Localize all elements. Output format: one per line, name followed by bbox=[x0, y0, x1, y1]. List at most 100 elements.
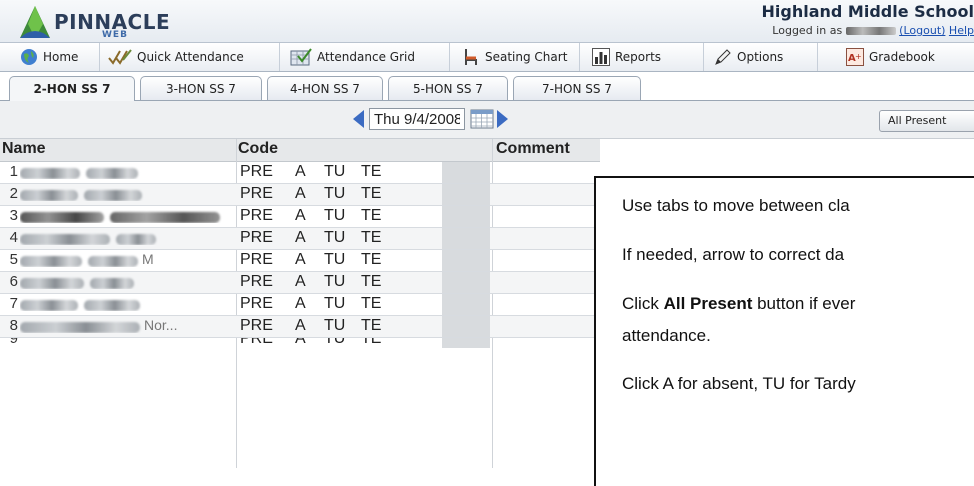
code-absent[interactable]: A bbox=[295, 251, 306, 269]
nav-reports[interactable]: Reports bbox=[580, 43, 704, 71]
nav-attendance-grid-label: Attendance Grid bbox=[317, 50, 415, 64]
nav-seating-chart[interactable]: Seating Chart bbox=[450, 43, 580, 71]
tab-4-hon-ss-7[interactable]: 4-HON SS 7 bbox=[267, 76, 383, 100]
code-pre[interactable]: PRE bbox=[240, 251, 273, 269]
student-name-redacted bbox=[20, 210, 225, 223]
bar-chart-icon bbox=[592, 48, 610, 66]
table-row: 4 PRE A TU TE bbox=[0, 228, 600, 250]
code-pre[interactable]: PRE bbox=[240, 295, 273, 313]
code-tardy-excused[interactable]: TE bbox=[361, 251, 381, 269]
code-tardy-excused[interactable]: TE bbox=[361, 229, 381, 247]
table-row: 6 PRE A TU TE bbox=[0, 272, 600, 294]
code-pre[interactable]: PRE bbox=[240, 273, 273, 291]
student-name-redacted: Nor... bbox=[20, 320, 225, 333]
row-number: 8 bbox=[4, 317, 18, 334]
code-tardy-excused[interactable]: TE bbox=[361, 273, 381, 291]
code-pre[interactable]: PRE bbox=[240, 207, 273, 225]
globe-icon bbox=[20, 48, 38, 66]
code-tardy-unexcused[interactable]: TU bbox=[324, 317, 345, 335]
row-number: 6 bbox=[4, 273, 18, 290]
grid-header: Name Code Comment bbox=[0, 139, 600, 162]
svg-text:+: + bbox=[855, 52, 862, 61]
date-toolbar: All Present bbox=[0, 101, 974, 139]
nav-gradebook[interactable]: A+ Gradebook bbox=[818, 43, 974, 71]
help-link[interactable]: Help bbox=[949, 24, 974, 37]
code-tardy-excused[interactable]: TE bbox=[361, 317, 381, 335]
code-pre[interactable]: PRE bbox=[240, 338, 273, 348]
logged-in-label: Logged in as bbox=[772, 24, 842, 37]
nav-options-label: Options bbox=[737, 50, 783, 64]
name-suffix: M bbox=[142, 254, 154, 267]
student-name-redacted bbox=[20, 232, 225, 245]
tab-5-hon-ss-7[interactable]: 5-HON SS 7 bbox=[388, 76, 508, 100]
code-absent[interactable]: A bbox=[295, 163, 306, 181]
table-row: 7 PRE A TU TE bbox=[0, 294, 600, 316]
code-absent[interactable]: A bbox=[295, 229, 306, 247]
code-spacer-cell bbox=[442, 316, 490, 337]
student-name-redacted bbox=[20, 298, 225, 311]
nav-reports-label: Reports bbox=[615, 50, 661, 64]
nav-gradebook-label: Gradebook bbox=[869, 50, 935, 64]
instruction-date: If needed, arrow to correct da bbox=[622, 245, 844, 265]
table-row: 3 PRE A TU TE bbox=[0, 206, 600, 228]
table-row: 9 PRE A TU TE bbox=[0, 338, 600, 348]
code-tardy-unexcused[interactable]: TU bbox=[324, 338, 345, 348]
nav-attendance-grid[interactable]: Attendance Grid bbox=[280, 43, 450, 71]
all-present-button[interactable]: All Present bbox=[879, 110, 974, 132]
row-number: 5 bbox=[4, 251, 18, 268]
code-spacer-cell bbox=[442, 250, 490, 271]
table-row: 2 PRE A TU TE bbox=[0, 184, 600, 206]
tab-2-hon-ss-7[interactable]: 2-HON SS 7 bbox=[9, 76, 135, 101]
tab-3-hon-ss-7[interactable]: 3-HON SS 7 bbox=[140, 76, 262, 100]
code-tardy-excused[interactable]: TE bbox=[361, 185, 381, 203]
code-tardy-unexcused[interactable]: TU bbox=[324, 229, 345, 247]
instruction-bold-text: All Present bbox=[664, 294, 753, 313]
code-spacer-cell bbox=[442, 162, 490, 183]
code-absent[interactable]: A bbox=[295, 295, 306, 313]
code-absent[interactable]: A bbox=[295, 273, 306, 291]
instruction-text: button if ever bbox=[752, 294, 855, 313]
code-column-header: Code bbox=[238, 140, 278, 158]
nav-home[interactable]: Home bbox=[0, 43, 100, 71]
class-tabs: 2-HON SS 7 3-HON SS 7 4-HON SS 7 5-HON S… bbox=[0, 72, 974, 101]
code-tardy-excused[interactable]: TE bbox=[361, 207, 381, 225]
next-day-arrow-icon[interactable] bbox=[497, 110, 508, 128]
name-column-header[interactable]: Name bbox=[2, 140, 46, 158]
tab-7-hon-ss-7[interactable]: 7-HON SS 7 bbox=[513, 76, 641, 100]
nav-seating-chart-label: Seating Chart bbox=[485, 50, 567, 64]
code-pre[interactable]: PRE bbox=[240, 185, 273, 203]
chair-icon bbox=[462, 48, 480, 66]
code-spacer-cell bbox=[442, 184, 490, 205]
code-tardy-unexcused[interactable]: TU bbox=[324, 163, 345, 181]
code-absent[interactable]: A bbox=[295, 317, 306, 335]
code-spacer-cell bbox=[442, 338, 490, 348]
nav-options[interactable]: Options bbox=[704, 43, 818, 71]
code-tardy-unexcused[interactable]: TU bbox=[324, 185, 345, 203]
name-suffix: Nor... bbox=[144, 320, 177, 333]
nav-quick-attendance[interactable]: Quick Attendance bbox=[100, 43, 280, 71]
code-pre[interactable]: PRE bbox=[240, 317, 273, 335]
checked-grid-icon bbox=[290, 48, 312, 66]
code-absent[interactable]: A bbox=[295, 185, 306, 203]
code-tardy-unexcused[interactable]: TU bbox=[324, 273, 345, 291]
row-number: 3 bbox=[4, 207, 18, 224]
login-status: Logged in as (Logout) Help bbox=[772, 24, 974, 37]
code-pre[interactable]: PRE bbox=[240, 229, 273, 247]
code-tardy-excused[interactable]: TE bbox=[361, 163, 381, 181]
code-tardy-excused[interactable]: TE bbox=[361, 338, 381, 348]
code-absent[interactable]: A bbox=[295, 207, 306, 225]
code-absent[interactable]: A bbox=[295, 338, 306, 348]
code-spacer-cell bbox=[442, 272, 490, 293]
code-tardy-unexcused[interactable]: TU bbox=[324, 295, 345, 313]
logout-link[interactable]: (Logout) bbox=[899, 24, 945, 37]
date-field[interactable] bbox=[369, 108, 465, 130]
code-spacer-cell bbox=[442, 294, 490, 315]
code-tardy-unexcused[interactable]: TU bbox=[324, 207, 345, 225]
school-name: Highland Middle School bbox=[762, 2, 974, 21]
code-tardy-excused[interactable]: TE bbox=[361, 295, 381, 313]
code-pre[interactable]: PRE bbox=[240, 163, 273, 181]
calendar-icon[interactable] bbox=[470, 109, 494, 129]
previous-day-arrow-icon[interactable] bbox=[353, 110, 364, 128]
table-row: 8 Nor... PRE A TU TE bbox=[0, 316, 600, 338]
code-tardy-unexcused[interactable]: TU bbox=[324, 251, 345, 269]
